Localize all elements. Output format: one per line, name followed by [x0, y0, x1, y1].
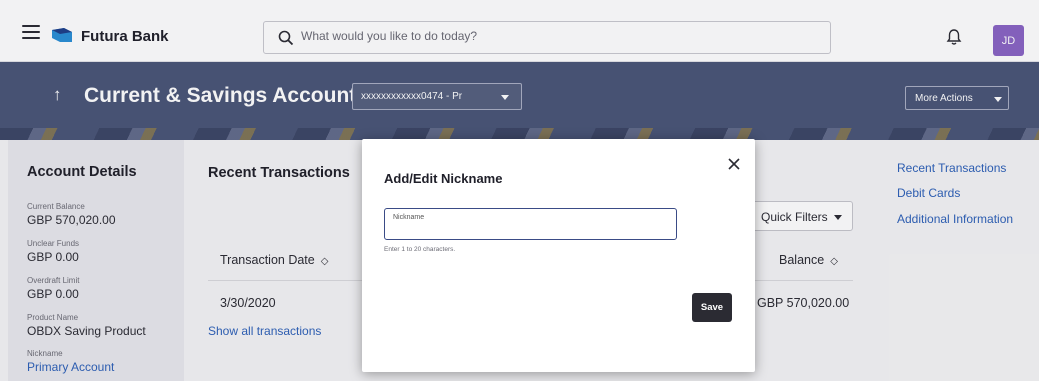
- dialog-title: Add/Edit Nickname: [384, 171, 503, 186]
- nickname-field-label: Nickname: [393, 214, 425, 221]
- add-edit-nickname-dialog: Add/Edit Nickname Nickname Enter 1 to 20…: [362, 139, 755, 372]
- close-icon[interactable]: [727, 157, 741, 171]
- nickname-hint: Enter 1 to 20 characters.: [384, 246, 456, 253]
- nickname-field[interactable]: Nickname: [384, 208, 677, 240]
- save-button[interactable]: Save: [692, 293, 732, 322]
- nickname-input[interactable]: [393, 224, 668, 236]
